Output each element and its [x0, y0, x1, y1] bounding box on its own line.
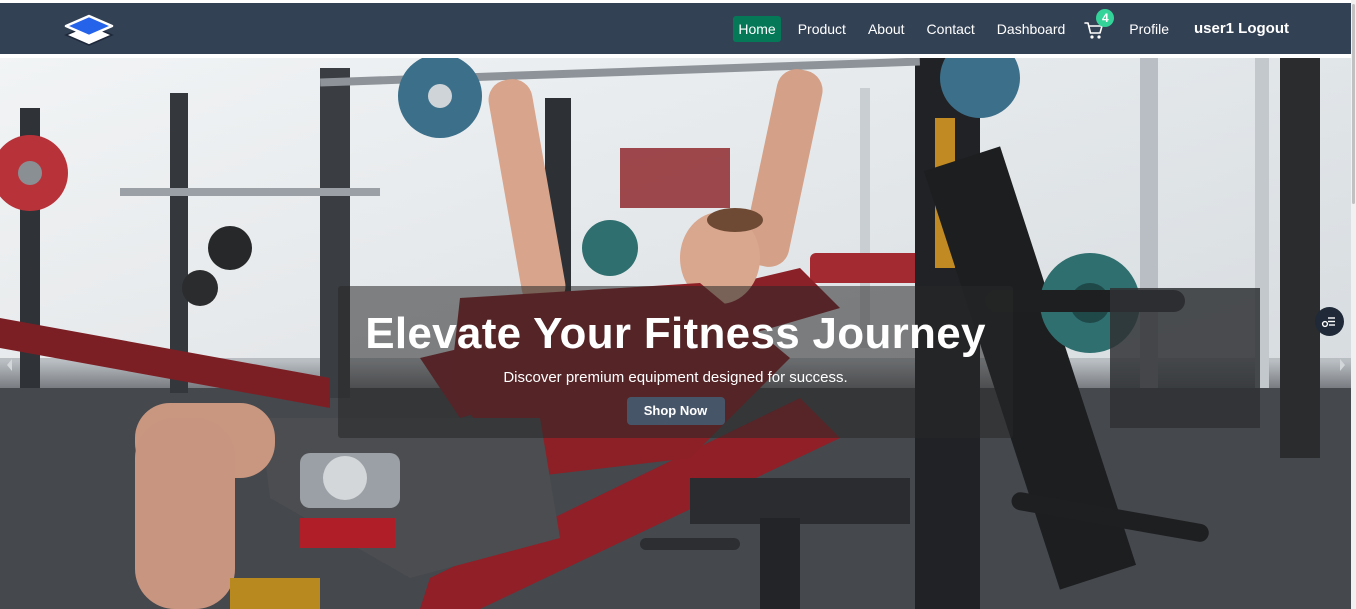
hero-subtitle: Discover premium equipment designed for …: [503, 369, 848, 386]
chevron-right-icon[interactable]: [1337, 358, 1347, 372]
shop-now-button[interactable]: Shop Now: [626, 397, 725, 425]
nav-product-link[interactable]: Product: [793, 16, 851, 42]
logout-button[interactable]: user1 Logout: [1194, 20, 1289, 37]
nav-about-link[interactable]: About: [863, 16, 910, 42]
hero-carousel: Elevate Your Fitness Journey Discover pr…: [0, 58, 1351, 609]
nav-links: Home Product About Contact Dashboard 4 P…: [721, 3, 1289, 54]
filter-list-button[interactable]: [1315, 307, 1344, 336]
scrollbar-thumb[interactable]: [1352, 4, 1355, 204]
nav-profile-link[interactable]: Profile: [1124, 16, 1174, 42]
cart-count-badge: 4: [1096, 8, 1115, 27]
filter-list-icon: [1321, 317, 1335, 328]
hero-caption: Elevate Your Fitness Journey Discover pr…: [338, 286, 1013, 438]
layers-stack-icon[interactable]: [62, 11, 116, 49]
page: Home Product About Contact Dashboard 4 P…: [0, 0, 1356, 609]
hero-title: Elevate Your Fitness Journey: [365, 309, 986, 358]
nav-dashboard-link[interactable]: Dashboard: [992, 16, 1071, 42]
nav-contact-link[interactable]: Contact: [922, 16, 980, 42]
nav-home-link[interactable]: Home: [733, 15, 781, 42]
cart-button[interactable]: 4: [1084, 8, 1115, 40]
chevron-left-icon[interactable]: [5, 358, 15, 372]
navbar: Home Product About Contact Dashboard 4 P…: [0, 3, 1351, 54]
